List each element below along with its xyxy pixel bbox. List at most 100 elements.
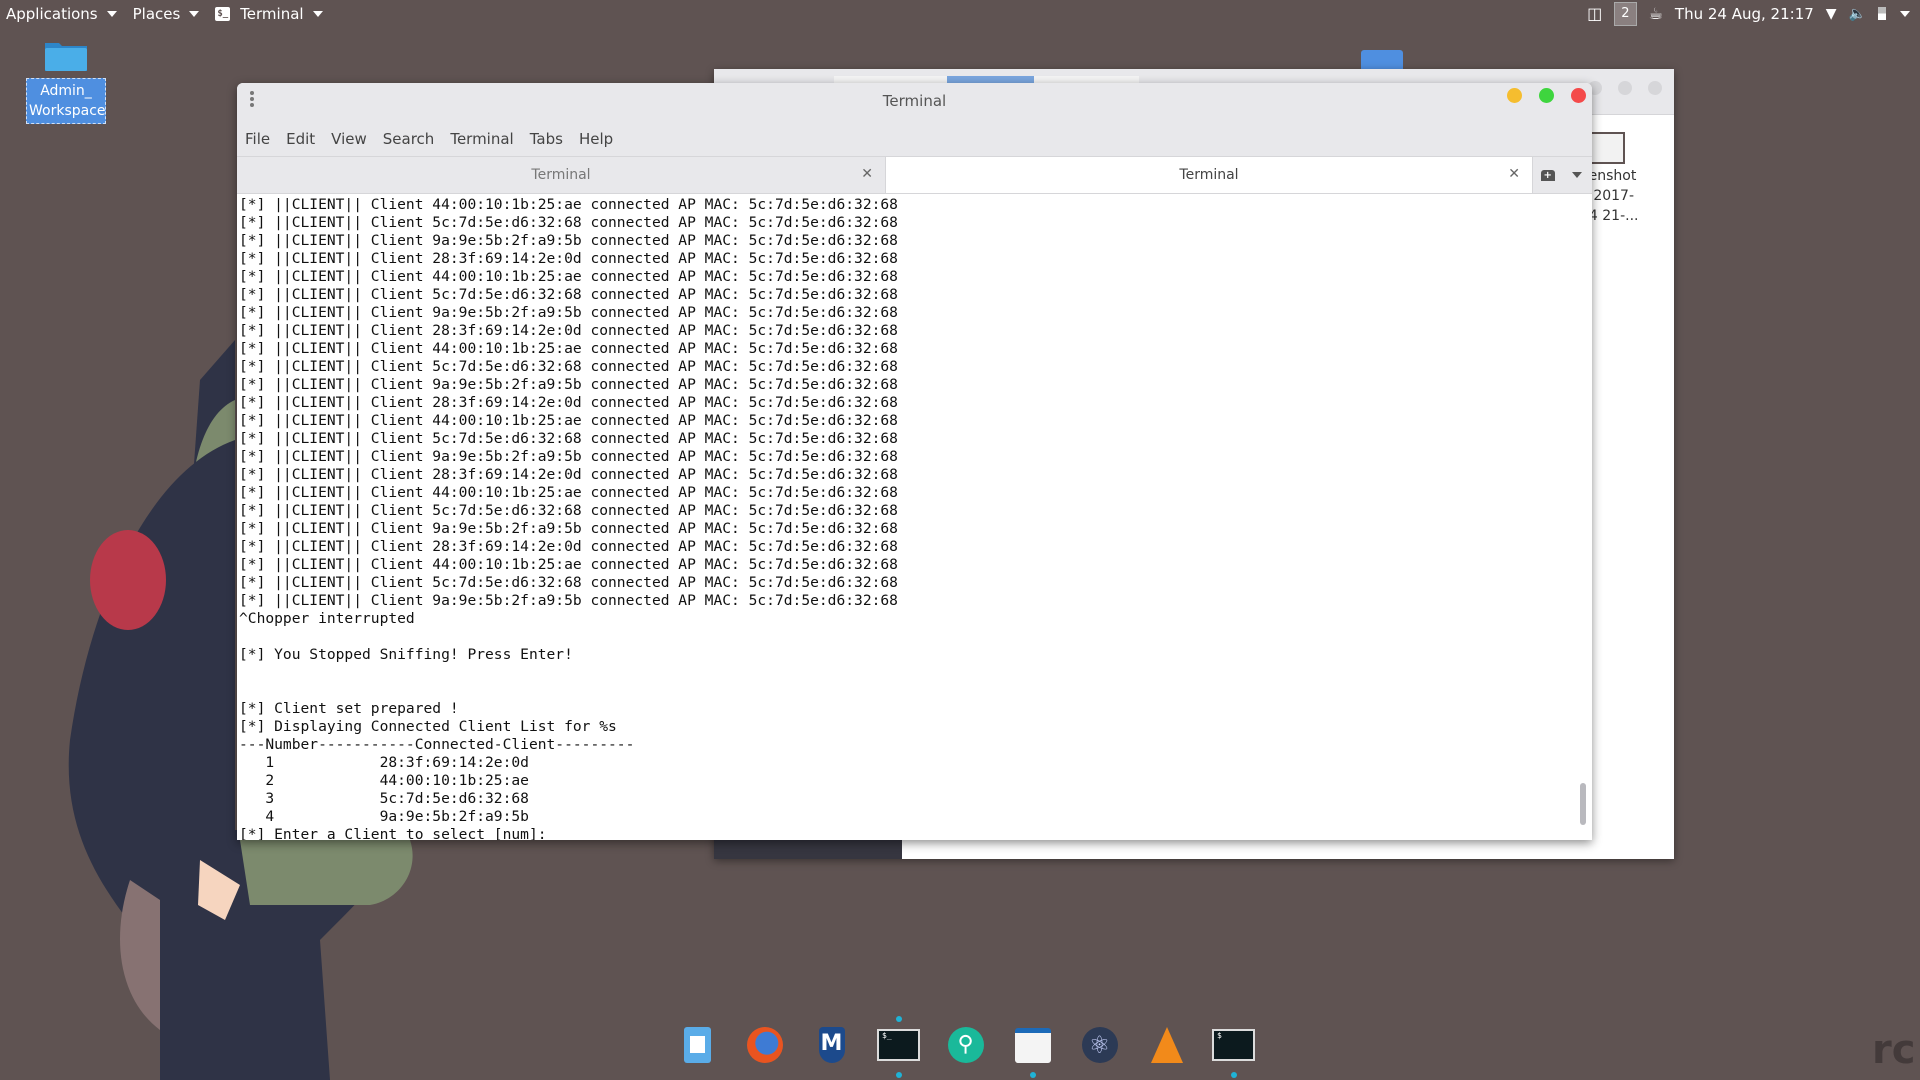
terminal-titlebar[interactable]: Terminal — [237, 83, 1592, 121]
chevron-down-icon — [189, 10, 200, 17]
top-panel: Applications Places $_ Terminal ◫ 2 ☕ Th… — [0, 0, 1920, 27]
dock-atom[interactable]: ⚛ — [1072, 1020, 1127, 1070]
clock[interactable]: Thu 24 Aug, 21:17 — [1675, 5, 1814, 23]
terminal-line: 1 28:3f:69:14:2e:0d — [265, 754, 529, 771]
volume-icon[interactable]: 🔈 — [1849, 6, 1866, 22]
terminal-line: [*] ||CLIENT|| Client 9a:9e:5b:2f:a9:5b … — [239, 304, 898, 321]
system-menu-chevron-icon[interactable] — [1900, 10, 1910, 17]
tab-bar: Terminal ✕ Terminal ✕ + — [237, 156, 1592, 194]
minimize-button[interactable] — [1507, 88, 1522, 103]
window-overview-icon[interactable]: ◫ — [1587, 4, 1602, 23]
terminal-line: [*] ||CLIENT|| Client 5c:7d:5e:d6:32:68 … — [239, 214, 898, 231]
tab-terminal-1[interactable]: Terminal ✕ — [237, 157, 885, 193]
menu-view[interactable]: View — [331, 130, 367, 148]
new-tab-icon: + — [1540, 169, 1555, 181]
terminal-icon: $_ — [215, 6, 231, 21]
terminal-line: [*] ||CLIENT|| Client 9a:9e:5b:2f:a9:5b … — [239, 376, 898, 393]
terminal-line: [*] ||CLIENT|| Client 9a:9e:5b:2f:a9:5b … — [239, 592, 898, 609]
terminal-line: ---Number-----------Connected-Client----… — [239, 736, 635, 753]
battery-icon[interactable] — [1878, 7, 1886, 20]
caffeine-icon[interactable]: ☕ — [1649, 4, 1663, 23]
terminal-line: [*] ||CLIENT|| Client 44:00:10:1b:25:ae … — [239, 556, 898, 573]
terminal-output-area[interactable]: [*] ||CLIENT|| Client 44:00:10:1b:25:ae … — [237, 194, 1592, 840]
dock-metasploit[interactable]: M — [804, 1020, 859, 1070]
tab-list-button[interactable] — [1563, 157, 1593, 193]
terminal-line: [*] Displaying Connected Client List for… — [239, 718, 617, 735]
menu-help[interactable]: Help — [579, 130, 613, 148]
dock-vlc[interactable] — [1139, 1020, 1194, 1070]
tab-label: Terminal — [1179, 167, 1239, 183]
dock-terminal-2[interactable]: $ — [1206, 1020, 1261, 1078]
menu-tabs[interactable]: Tabs — [530, 130, 563, 148]
running-indicator — [895, 1072, 902, 1078]
maximize-button[interactable] — [1539, 88, 1554, 103]
terminal-line: ^Chopper interrupted — [239, 610, 415, 627]
running-indicator — [1029, 1072, 1036, 1078]
terminal-window[interactable]: Terminal File Edit View Search Terminal … — [237, 83, 1592, 840]
running-indicator — [895, 1016, 902, 1022]
chevron-down-icon — [1572, 172, 1583, 178]
terminal-icon: $_ — [877, 1029, 920, 1061]
new-tab-button[interactable]: + — [1533, 157, 1563, 193]
terminal-line: [*] ||CLIENT|| Client 44:00:10:1b:25:ae … — [239, 196, 898, 213]
applications-label: Applications — [6, 4, 98, 23]
close-button[interactable] — [1571, 88, 1586, 103]
terminal-line: [*] ||CLIENT|| Client 28:3f:69:14:2e:0d … — [239, 394, 898, 411]
terminal-line: [*] ||CLIENT|| Client 9a:9e:5b:2f:a9:5b … — [239, 232, 898, 249]
folder-icon — [44, 40, 88, 72]
dock-firefox[interactable] — [737, 1020, 792, 1070]
dock-document-viewer[interactable] — [670, 1020, 725, 1070]
terminal-line: [*] ||CLIENT|| Client 9a:9e:5b:2f:a9:5b … — [239, 520, 898, 537]
menu-file[interactable]: File — [245, 130, 270, 148]
terminal-line: 3 5c:7d:5e:d6:32:68 — [265, 790, 529, 807]
dock-terminal[interactable]: $_ — [871, 1016, 926, 1078]
home-icon — [1361, 50, 1403, 70]
terminal-line: [*] ||CLIENT|| Client 5c:7d:5e:d6:32:68 … — [239, 430, 898, 447]
terminal-line: [*] ||CLIENT|| Client 28:3f:69:14:2e:0d … — [239, 250, 898, 267]
atom-icon: ⚛ — [1081, 1027, 1118, 1063]
terminal-line: [*] Enter a Client to select [num]: — [239, 826, 547, 840]
tab-terminal-2[interactable]: Terminal ✕ — [885, 157, 1533, 193]
terminal-line: [*] ||CLIENT|| Client 5c:7d:5e:d6:32:68 … — [239, 574, 898, 591]
close-tab-icon[interactable]: ✕ — [1508, 166, 1520, 182]
terminal-line: [*] ||CLIENT|| Client 5c:7d:5e:d6:32:68 … — [239, 358, 898, 375]
menu-edit[interactable]: Edit — [286, 130, 315, 148]
terminal-line: [*] ||CLIENT|| Client 5c:7d:5e:d6:32:68 … — [239, 286, 898, 303]
terminal-line: 4 9a:9e:5b:2f:a9:5b — [265, 808, 529, 825]
dock-search[interactable]: ⚲ — [938, 1020, 993, 1070]
firefox-icon — [746, 1027, 783, 1063]
workspace-indicator[interactable]: 2 — [1614, 1, 1637, 26]
menu-terminal[interactable]: Terminal — [450, 130, 513, 148]
dock-files[interactable] — [1005, 1020, 1060, 1078]
wifi-icon[interactable]: ▼ — [1826, 6, 1837, 22]
menu-search[interactable]: Search — [383, 130, 435, 148]
terminal-line: [*] ||CLIENT|| Client 28:3f:69:14:2e:0d … — [239, 466, 898, 483]
active-app-menu[interactable]: $_ Terminal — [215, 4, 323, 23]
running-indicator — [1230, 1072, 1237, 1078]
scrollbar[interactable] — [1580, 783, 1586, 825]
terminal-icon: $ — [1212, 1029, 1255, 1061]
desktop-icon-admin-workspace[interactable]: Admin_ Workspace — [26, 40, 106, 124]
places-menu[interactable]: Places — [133, 5, 200, 23]
terminal-line: [*] ||CLIENT|| Client 28:3f:69:14:2e:0d … — [239, 538, 898, 555]
close-tab-icon[interactable]: ✕ — [861, 166, 873, 182]
vlc-icon — [1150, 1027, 1183, 1063]
terminal-line: [*] ||CLIENT|| Client 44:00:10:1b:25:ae … — [239, 484, 898, 501]
screenshot-file-label: eenshot n 2017- 24 21-... — [1580, 168, 1639, 224]
desktop-icon-label: Admin_ Workspace — [26, 78, 106, 124]
terminal-line: [*] ||CLIENT|| Client 28:3f:69:14:2e:0d … — [239, 322, 898, 339]
document-icon — [684, 1027, 711, 1063]
search-icon: ⚲ — [947, 1027, 984, 1063]
active-app-label: Terminal — [240, 4, 304, 23]
applications-menu[interactable]: Applications — [6, 5, 117, 23]
terminal-line: [*] ||CLIENT|| Client 44:00:10:1b:25:ae … — [239, 412, 898, 429]
dock: M $_ ⚲ ⚛ $ — [670, 1016, 1273, 1078]
tab-label: Terminal — [531, 167, 591, 183]
corner-logo-icon: rc — [1872, 1027, 1916, 1073]
places-label: Places — [132, 4, 181, 23]
files-icon — [1014, 1027, 1051, 1063]
file-manager-sidebar-bottom — [714, 840, 902, 859]
terminal-line: [*] ||CLIENT|| Client 44:00:10:1b:25:ae … — [239, 268, 898, 285]
terminal-line: [*] You Stopped Sniffing! Press Enter! — [239, 646, 573, 663]
menu-bar: File Edit View Search Terminal Tabs Help — [237, 121, 1592, 156]
